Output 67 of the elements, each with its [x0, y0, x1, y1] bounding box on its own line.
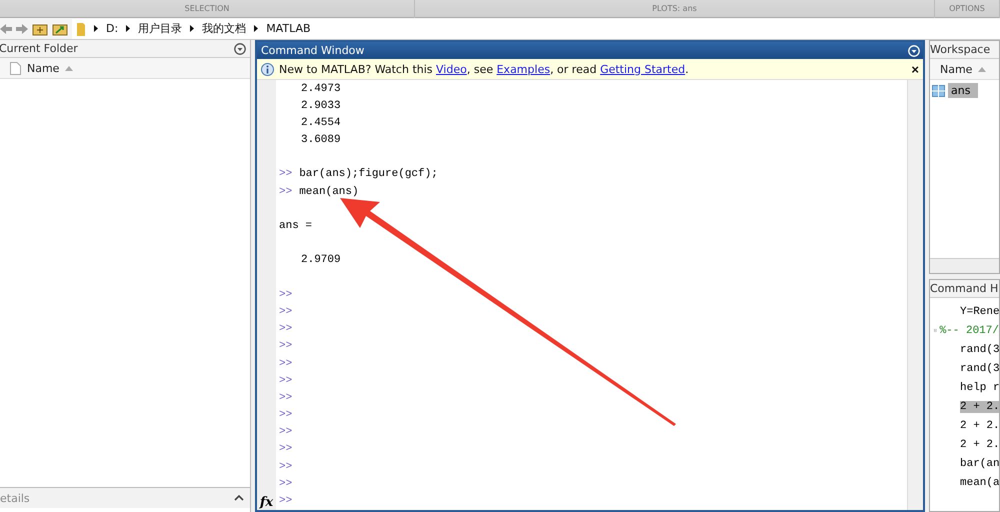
close-button[interactable]: ×	[911, 62, 919, 76]
prompt: >>	[279, 288, 292, 303]
history-entry[interactable]: 2 + 2.	[960, 400, 999, 412]
prompt: >>	[279, 374, 292, 389]
command-text: mean(ans)	[299, 184, 359, 200]
help-link[interactable]: Getting Started	[600, 62, 686, 76]
output-value: 2.9033	[301, 98, 341, 114]
command-text: bar(ans);figure(gcf);	[299, 167, 438, 182]
window-title: Command Window	[261, 44, 364, 57]
history-entry[interactable]: rand(3	[960, 344, 999, 356]
folder-up-icon[interactable]	[32, 22, 48, 36]
prompt: >>	[279, 442, 292, 458]
column-header[interactable]: Name	[930, 59, 999, 80]
scrollbar[interactable]	[930, 258, 999, 273]
column-header[interactable]: Name	[0, 58, 250, 79]
scrollbar[interactable]	[907, 80, 923, 510]
prompt: >>	[279, 304, 292, 320]
variable-icon	[932, 84, 945, 96]
address-field[interactable]: D: 用户目录 我的文档 MATLAB	[72, 18, 1000, 38]
path-segment[interactable]: D:	[106, 22, 118, 35]
browse-folder-icon[interactable]	[52, 22, 68, 36]
chevron-icon[interactable]	[126, 25, 130, 32]
panel-title: etails	[0, 492, 30, 504]
function-icon[interactable]: fx	[257, 495, 276, 510]
prompt: >>	[279, 339, 292, 354]
chevron-icon[interactable]	[254, 25, 258, 32]
prompt: >>	[279, 184, 292, 200]
history-entry[interactable]: Y=Rene	[960, 306, 999, 318]
prompt: >>	[279, 390, 292, 406]
history-entry[interactable]: 2 + 2.	[960, 420, 999, 432]
dropdown-icon[interactable]	[234, 42, 246, 54]
output-value: 2.9709	[301, 253, 341, 268]
forward-icon[interactable]	[16, 24, 28, 34]
prompt: >>	[279, 322, 292, 338]
info-icon	[261, 62, 274, 76]
output-value: 2.4973	[301, 82, 341, 96]
help-link[interactable]: Examples	[496, 62, 550, 76]
help-link[interactable]: Video	[436, 62, 467, 76]
prompt: >>	[279, 460, 292, 475]
history-entry[interactable]: 2 + 2.	[960, 438, 999, 450]
path-segment[interactable]: MATLAB	[266, 22, 311, 35]
info-message: New to MATLAB? Watch this Video, see Examples, or read Getting Started.	[279, 62, 690, 76]
variable-item[interactable]: ans	[948, 83, 978, 98]
path-segment[interactable]: 用户目录	[138, 21, 182, 36]
prompt: >>	[279, 167, 292, 182]
path-segment[interactable]: 我的文档	[202, 21, 246, 36]
history-entry[interactable]: bar(an	[960, 458, 999, 470]
session-header[interactable]: %-- 2017/	[940, 324, 999, 336]
panel-title: Command H	[930, 282, 998, 295]
panel-title: Workspace	[930, 43, 990, 56]
prompt: >>	[279, 494, 292, 509]
output-label: ans =	[279, 219, 312, 234]
file-icon	[10, 62, 21, 74]
folder-icon	[76, 20, 86, 36]
prompt: >>	[279, 425, 292, 440]
output-value: 2.4554	[301, 116, 341, 131]
output-value: 3.6089	[301, 133, 341, 148]
history-entry[interactable]: mean(a	[960, 476, 999, 488]
prompt: >>	[279, 356, 292, 372]
prompt: >>	[279, 408, 292, 424]
chevron-icon[interactable]	[94, 25, 98, 32]
collapse-icon[interactable]	[234, 495, 244, 501]
history-entry[interactable]: help r	[960, 382, 999, 394]
back-icon[interactable]	[0, 24, 12, 34]
chevron-icon[interactable]	[190, 25, 194, 32]
history-entry[interactable]: rand(3	[960, 362, 999, 374]
prompt: >>	[279, 476, 292, 492]
